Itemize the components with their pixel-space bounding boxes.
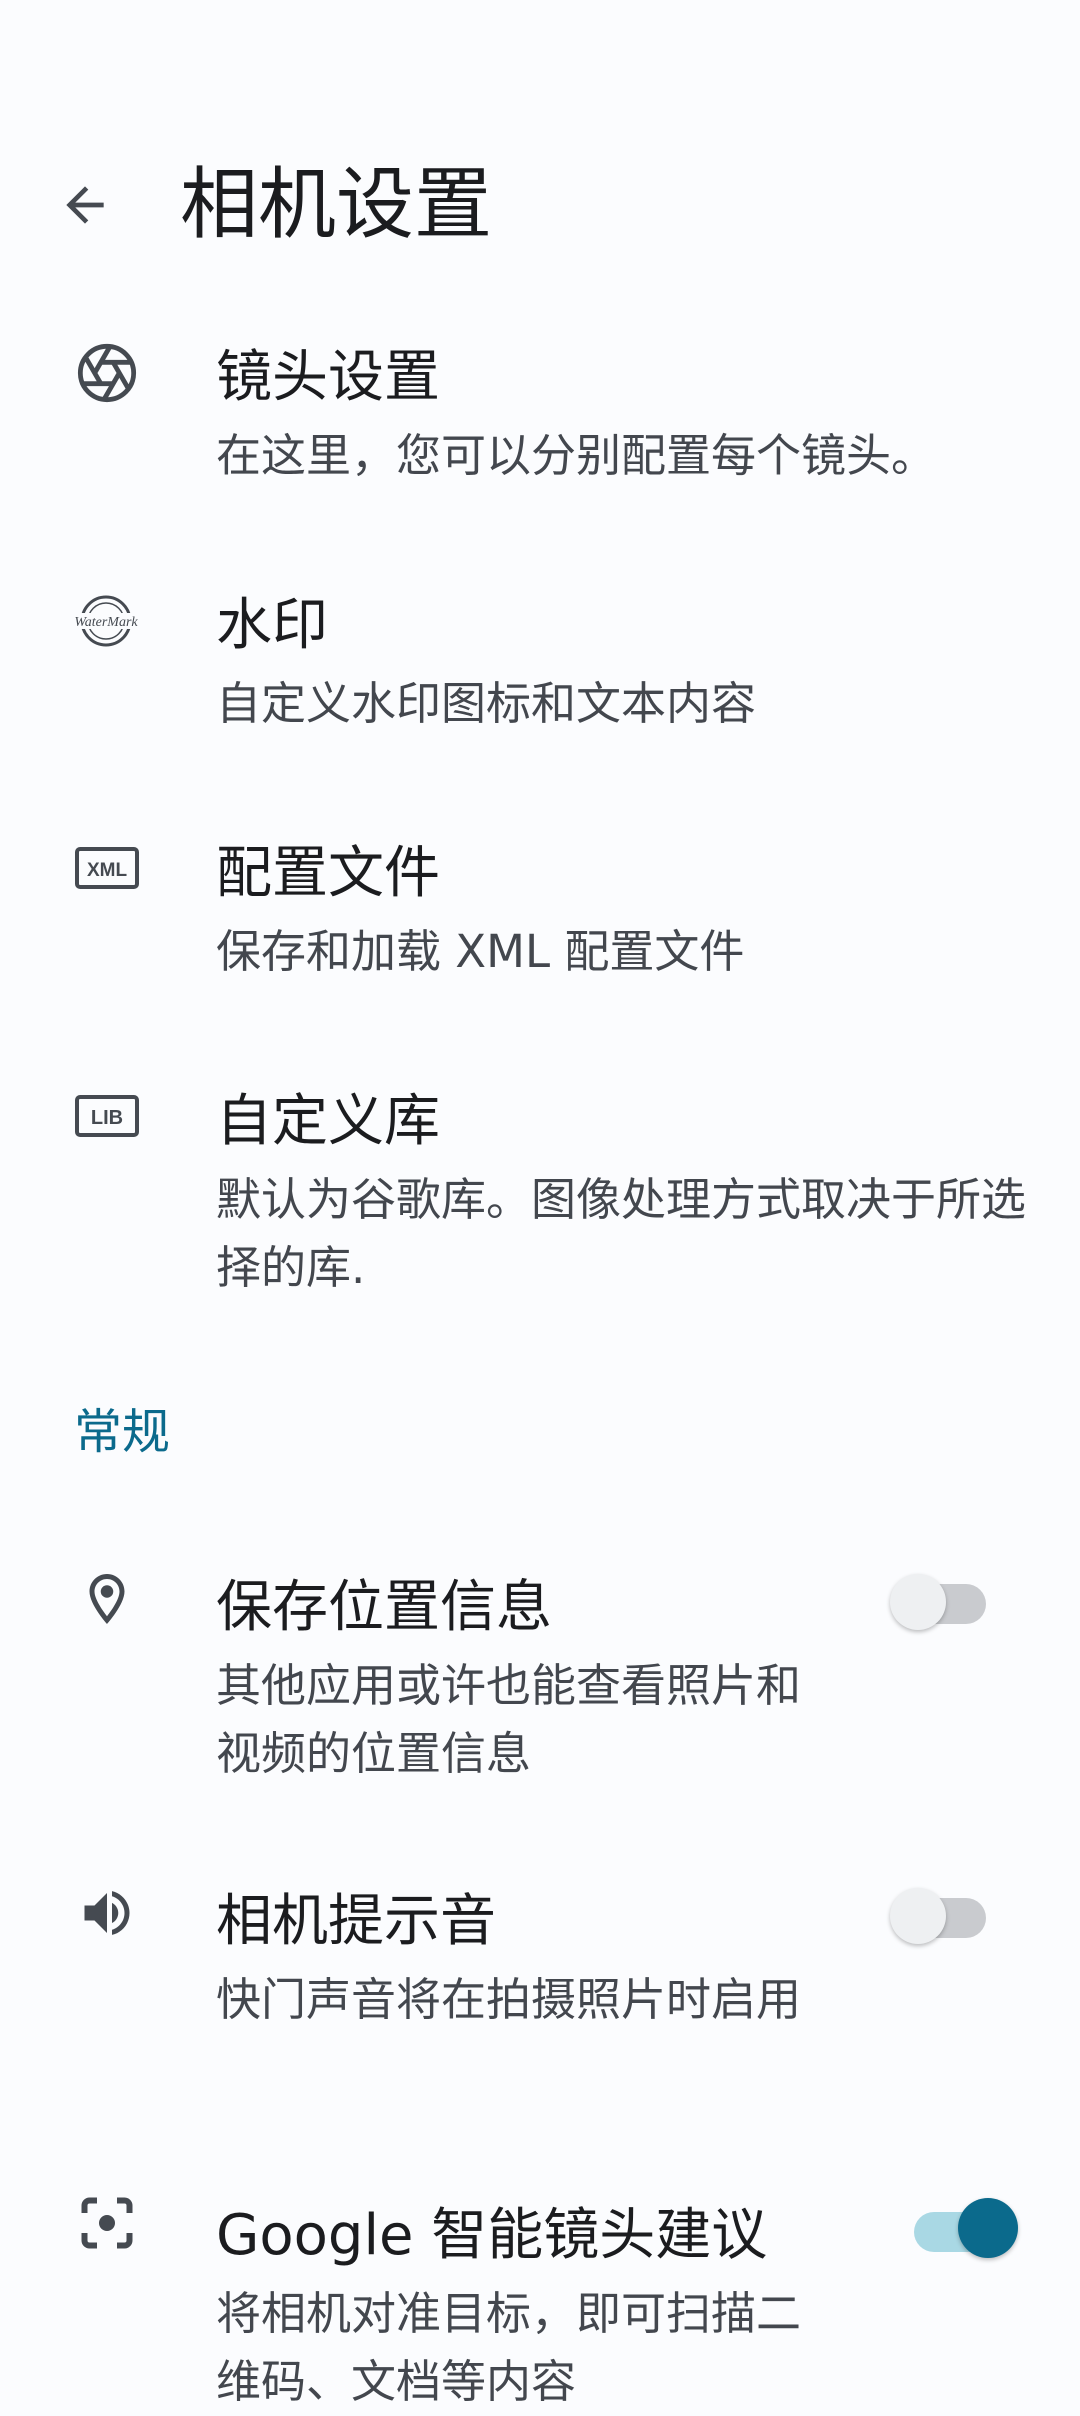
camera-sound-title: 相机提示音	[216, 1889, 496, 1954]
xml-icon: XML	[72, 834, 142, 904]
page-title: 相机设置	[180, 160, 493, 250]
switch-thumb	[890, 1888, 946, 1944]
custom-library-title: 自定义库	[216, 1089, 440, 1154]
watermark-summary: 自定义水印图标和文本内容	[216, 677, 757, 730]
watermark-title: 水印	[216, 593, 328, 658]
svg-text:LIB: LIB	[91, 1107, 123, 1129]
lens-settings-summary: 在这里，您可以分别配置每个镜头。	[216, 429, 937, 482]
svg-text:XML: XML	[87, 860, 128, 881]
switch-thumb	[890, 1574, 946, 1630]
section-header-general: 常规	[74, 1404, 171, 1460]
google-lens-summary: 将相机对准目标，即可扫描二维码、文档等内容	[216, 2287, 802, 2408]
custom-library-summary: 默认为谷歌库。图像处理方式取决于所选择的库.	[216, 1173, 1027, 1294]
watermark-icon: WaterMark	[66, 586, 146, 656]
camera-sound-switch[interactable]	[890, 1882, 1000, 1944]
save-location-switch[interactable]	[890, 1568, 1000, 1630]
location-pin-icon	[72, 1564, 142, 1634]
svg-text:WaterMark: WaterMark	[74, 615, 138, 630]
google-lens-switch[interactable]	[906, 2196, 1018, 2258]
lib-icon: LIB	[72, 1082, 142, 1152]
config-file-item[interactable]: XML 配置文件 保存和加载 XML 配置文件	[0, 826, 1080, 1026]
shutter-aperture-icon	[72, 338, 142, 408]
back-button[interactable]	[40, 162, 130, 252]
switch-thumb	[958, 2198, 1018, 2258]
config-file-title: 配置文件	[216, 841, 440, 906]
speaker-icon	[72, 1878, 142, 1948]
top-app-bar: 相机设置	[0, 0, 1080, 300]
google-lens-item[interactable]: Google 智能镜头建议 将相机对准目标，即可扫描二维码、文档等内容	[0, 2188, 1080, 2408]
lens-settings-item[interactable]: 镜头设置 在这里，您可以分别配置每个镜头。	[0, 330, 1080, 530]
custom-library-item[interactable]: LIB 自定义库 默认为谷歌库。图像处理方式取决于所选择的库.	[0, 1074, 1080, 1314]
save-location-summary: 其他应用或许也能查看照片和视频的位置信息	[216, 1659, 802, 1780]
camera-sound-summary: 快门声音将在拍摄照片时启用	[216, 1973, 802, 2026]
save-location-title: 保存位置信息	[216, 1575, 552, 1640]
camera-sound-item[interactable]: 相机提示音 快门声音将在拍摄照片时启用	[0, 1874, 1080, 2124]
google-lens-title: Google 智能镜头建议	[216, 2203, 768, 2268]
lens-scan-icon	[72, 2188, 142, 2258]
save-location-item[interactable]: 保存位置信息 其他应用或许也能查看照片和视频的位置信息	[0, 1560, 1080, 1810]
watermark-item[interactable]: WaterMark 水印 自定义水印图标和文本内容	[0, 578, 1080, 778]
config-file-summary: 保存和加载 XML 配置文件	[216, 925, 745, 978]
lens-settings-title: 镜头设置	[216, 345, 440, 410]
arrow-back-icon	[57, 177, 113, 237]
